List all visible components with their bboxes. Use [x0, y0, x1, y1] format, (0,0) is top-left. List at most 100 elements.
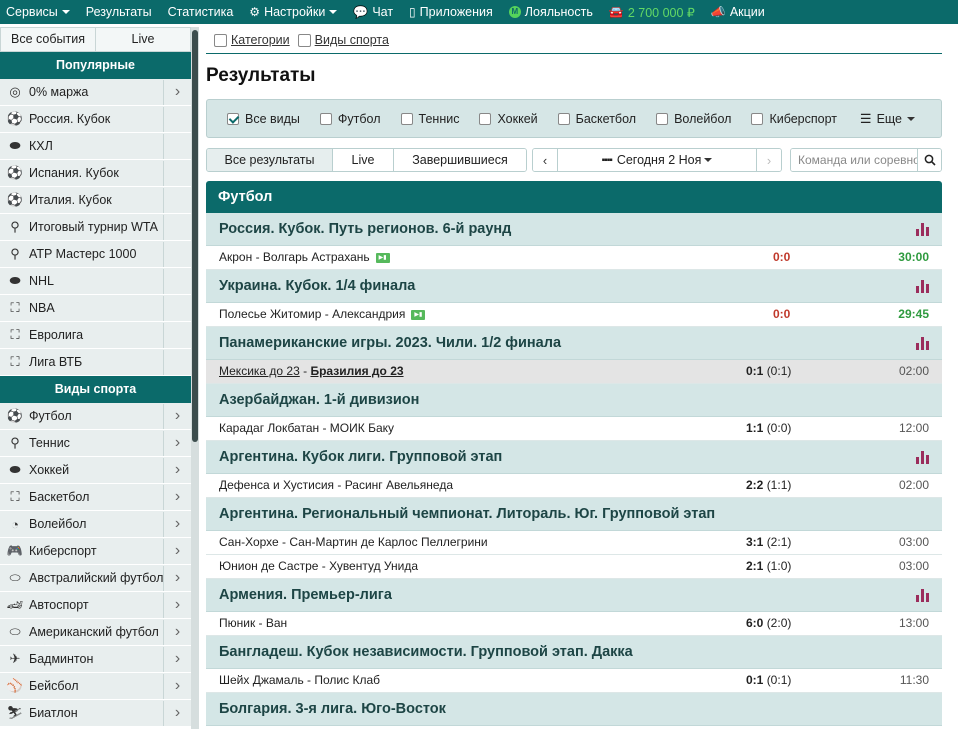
live-video-icon[interactable]: ▶▮	[375, 252, 390, 263]
filter-checkbox-0[interactable]: Все виды	[227, 112, 300, 126]
statistics-icon[interactable]	[916, 451, 929, 464]
sidebar-item-sports-6[interactable]: ⬭ Австралийский футбол ›	[0, 565, 191, 592]
nav-item-4[interactable]: 💬 Чат	[353, 5, 393, 19]
nav-item-7[interactable]: 🚘 2 700 000 ₽	[609, 5, 695, 20]
match-row[interactable]: Карадаг Локбатан - МОИК Баку 1:1 (0:0) 12:…	[206, 417, 942, 441]
match-row[interactable]: Мексика до 23 - Бразилия до 23 0:1 (0:1) 0…	[206, 360, 942, 384]
expand-button[interactable]: ›	[163, 484, 191, 510]
expand-button[interactable]: ›	[163, 592, 191, 618]
tournament-header[interactable]: Аргентина. Кубок лиги. Групповой этап	[206, 441, 942, 474]
sidebar-item-popular-10[interactable]: ⛶ Лига ВТБ	[0, 349, 191, 376]
sidebar-item-popular-7[interactable]: ⬬ NHL	[0, 268, 191, 295]
checkbox-icon[interactable]	[656, 112, 669, 125]
checkbox-icon[interactable]	[319, 112, 332, 125]
tournament-header[interactable]: Азербайджан. 1-й дивизион	[206, 384, 942, 417]
expand-button[interactable]: ›	[163, 565, 191, 591]
tournament-header[interactable]: Панамериканские игры. 2023. Чили. 1/2 фи…	[206, 327, 942, 360]
sidebar-item-sports-7[interactable]: 🏎 Автоспорт ›	[0, 592, 191, 619]
tab-finished[interactable]: Завершившиеся	[393, 149, 526, 171]
statistics-icon[interactable]	[916, 337, 929, 350]
filter-checkbox-4[interactable]: Баскетбол	[557, 112, 636, 126]
tournament-header[interactable]: Аргентина. Региональный чемпионат. Литор…	[206, 498, 942, 531]
expand-button[interactable]: ›	[163, 403, 191, 429]
nav-item-8[interactable]: 📣 Акции	[711, 5, 765, 19]
sidebar-item-sports-11[interactable]: ⛷ Биатлон ›	[0, 700, 191, 727]
statistics-icon[interactable]	[916, 280, 929, 293]
expand-button[interactable]: ›	[163, 430, 191, 456]
expand-button[interactable]: ›	[163, 511, 191, 537]
match-row[interactable]: Сан-Хорхе - Сан-Мартин де Карлос Пеллегр…	[206, 531, 942, 555]
match-row[interactable]: Пюник - Ван 6:0 (2:0) 13:00	[206, 612, 942, 636]
nav-item-1[interactable]: Результаты	[86, 5, 152, 19]
sidebar-item-popular-4[interactable]: ⚽ Италия. Кубок	[0, 187, 191, 214]
checkbox-icon[interactable]	[479, 112, 492, 125]
filter-checkbox-5[interactable]: Волейбол	[656, 112, 731, 126]
expand-button[interactable]: ›	[163, 673, 191, 699]
sidebar-item-popular-9[interactable]: ⛶ Евролига	[0, 322, 191, 349]
expand-button[interactable]: ›	[163, 538, 191, 564]
more-sports-dropdown[interactable]: ☰ Еще	[860, 111, 915, 127]
nav-item-3[interactable]: ⚙ Настройки	[249, 5, 338, 19]
search-button[interactable]	[917, 149, 941, 171]
search-input[interactable]	[791, 149, 917, 171]
filter-checkbox-3[interactable]: Хоккей	[479, 112, 538, 126]
sidebar-item-sports-8[interactable]: ⬭ Американский футбол ›	[0, 619, 191, 646]
checkbox-icon[interactable]	[227, 112, 239, 125]
nav-item-5[interactable]: ▯ Приложения	[409, 5, 493, 19]
statistics-icon[interactable]	[916, 223, 929, 236]
crumb-categories[interactable]: Категории	[214, 33, 290, 47]
tab-all-results[interactable]: Все результаты	[207, 149, 332, 171]
next-day-button[interactable]: ›	[757, 149, 781, 171]
sidebar-item-popular-2[interactable]: ⬬ КХЛ	[0, 133, 191, 160]
sidebar-scrollbar-thumb[interactable]	[192, 30, 198, 442]
sidebar-item-popular-1[interactable]: ⚽ Россия. Кубок	[0, 106, 191, 133]
match-row[interactable]: Полесье Житомир - Александрия ▶▮ 0:0 29:45	[206, 303, 942, 327]
nav-item-2[interactable]: Статистика	[168, 5, 234, 19]
nav-item-0[interactable]: Сервисы	[6, 5, 70, 19]
checkbox-icon[interactable]	[751, 112, 764, 125]
live-video-icon[interactable]: ▶▮	[411, 309, 426, 320]
sidebar-item-popular-3[interactable]: ⚽ Испания. Кубок	[0, 160, 191, 187]
sidebar-item-sports-4[interactable]: ◔ Волейбол ›	[0, 511, 191, 538]
checkbox-icon[interactable]	[400, 112, 413, 125]
checkbox-icon[interactable]	[557, 112, 570, 125]
nav-item-6[interactable]: M Лояльность	[508, 5, 593, 19]
tab-all-events[interactable]: Все события	[1, 28, 95, 51]
tab-live[interactable]: Live	[332, 149, 393, 171]
sidebar-item-popular-5[interactable]: ⚲ Итоговый турнир WTA	[0, 214, 191, 241]
match-row[interactable]: Юнион де Састре - Хувентуд Унида 2:1 (1:0…	[206, 555, 942, 579]
tournament-header[interactable]: Украина. Кубок. 1/4 финала	[206, 270, 942, 303]
match-row[interactable]: Акрон - Волгарь Астрахань ▶▮ 0:0 30:00	[206, 246, 942, 270]
sidebar-item-popular-6[interactable]: ⚲ ATP Мастерс 1000	[0, 241, 191, 268]
expand-button[interactable]: ›	[163, 619, 191, 645]
sidebar-item-sports-10[interactable]: ⚾ Бейсбол ›	[0, 673, 191, 700]
prev-day-button[interactable]: ‹	[533, 149, 557, 171]
sidebar-item-sports-1[interactable]: ⚲ Теннис ›	[0, 430, 191, 457]
date-dropdown[interactable]: ▪▪▪▪ Сегодня 2 Ноя	[557, 149, 757, 171]
filter-checkbox-2[interactable]: Теннис	[400, 112, 459, 126]
sidebar-item-sports-0[interactable]: ⚽ Футбол ›	[0, 403, 191, 430]
crumb-sports[interactable]: Виды спорта	[297, 33, 389, 47]
sidebar-item-popular-8[interactable]: ⛶ NBA	[0, 295, 191, 322]
filter-checkbox-1[interactable]: Футбол	[319, 112, 381, 126]
tournament-header[interactable]: Армения. Премьер-лига	[206, 579, 942, 612]
sidebar-item-sports-5[interactable]: 🎮 Киберспорт ›	[0, 538, 191, 565]
sidebar-item-sports-9[interactable]: ✈ Бадминтон ›	[0, 646, 191, 673]
tournament-header[interactable]: Болгария. 3-я лига. Юго-Восток	[206, 693, 942, 726]
tournament-header[interactable]: Россия. Кубок. Путь регионов. 6-й раунд	[206, 213, 942, 246]
expand-button[interactable]: ›	[163, 700, 191, 726]
statistics-icon[interactable]	[916, 589, 929, 602]
expand-button[interactable]: ›	[163, 79, 191, 105]
match-row[interactable]: Дефенса и Хустисия - Расинг Авельянеда 2:…	[206, 474, 942, 498]
expand-button[interactable]: ›	[163, 457, 191, 483]
checkbox-icon[interactable]	[297, 33, 311, 47]
match-row[interactable]: Шейх Джамаль - Полис Клаб 0:1 (0:1) 11:30	[206, 669, 942, 693]
tab-live-events[interactable]: Live	[95, 28, 190, 51]
filter-checkbox-6[interactable]: Киберспорт	[751, 112, 837, 126]
tournament-header[interactable]: Бангладеш. Кубок независимости. Группово…	[206, 636, 942, 669]
checkbox-icon[interactable]	[214, 33, 227, 47]
expand-button[interactable]: ›	[163, 646, 191, 672]
sidebar-item-popular-0[interactable]: ◎ 0% маржа ›	[0, 79, 191, 106]
sidebar-item-sports-2[interactable]: ⬬ Хоккей ›	[0, 457, 191, 484]
sidebar-item-sports-3[interactable]: ⛶ Баскетбол ›	[0, 484, 191, 511]
